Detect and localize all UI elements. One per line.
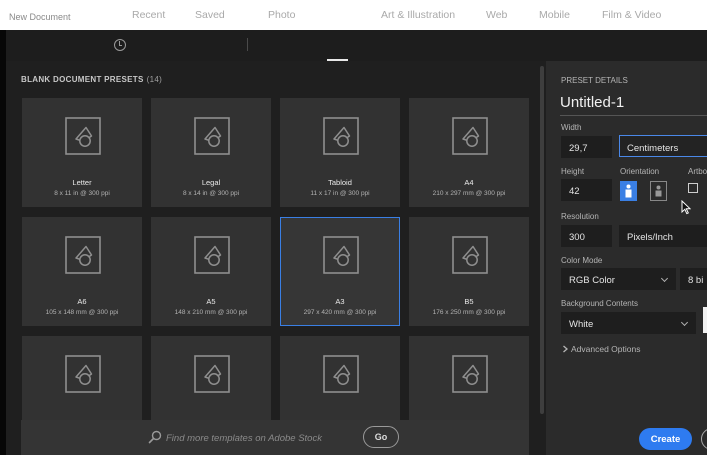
resolution-unit-value: Pixels/Inch xyxy=(627,232,673,243)
preset-card-name: A5 xyxy=(206,297,216,306)
tab-saved[interactable]: Saved xyxy=(195,9,225,21)
color-mode-label: Color Mode xyxy=(561,256,603,265)
orientation-label: Orientation xyxy=(620,167,660,176)
resolution-label: Resolution xyxy=(561,212,599,221)
preset-card-dims: 11 x 17 in @ 300 ppi xyxy=(310,190,370,197)
chevron-down-icon xyxy=(660,274,669,283)
window-edge-right xyxy=(703,307,707,333)
preset-card[interactable]: Legal 8 x 14 in @ 300 ppi xyxy=(151,98,271,207)
landscape-orientation-button[interactable] xyxy=(650,181,667,201)
width-unit-value: Centimeters xyxy=(627,143,679,154)
clock-icon xyxy=(114,39,126,51)
preset-name-input[interactable]: Untitled-1 xyxy=(560,94,624,111)
document-icon xyxy=(65,236,101,274)
preset-card-name: Letter xyxy=(72,178,92,187)
presets-panel: BLANK DOCUMENT PRESETS (14) Letter 8 x 11 … xyxy=(6,61,540,455)
chevron-down-icon xyxy=(680,318,689,327)
create-button[interactable]: Create xyxy=(639,428,692,450)
width-unit-select[interactable]: Centimeters xyxy=(619,135,707,157)
advanced-options-label: Advanced Options xyxy=(571,344,641,354)
go-button[interactable]: Go xyxy=(363,426,399,448)
artboards-label: Artbo xyxy=(688,167,707,176)
document-icon xyxy=(194,117,230,155)
background-contents-value: White xyxy=(569,319,594,330)
bit-depth-value: 8 bi xyxy=(688,275,704,286)
preset-card[interactable]: A4 210 x 297 mm @ 300 ppi xyxy=(409,98,529,207)
preset-card-name: A6 xyxy=(77,297,87,306)
presets-count: (14) xyxy=(146,75,163,84)
document-icon xyxy=(65,355,101,393)
tab-print[interactable]: Print xyxy=(327,9,351,21)
preset-card-dims: 148 x 210 mm @ 300 ppi xyxy=(174,309,248,316)
preset-details-panel: PRESET DETAILS Untitled-1 Width 29,7 Cen… xyxy=(546,61,707,455)
preset-card[interactable]: B5 176 x 250 mm @ 300 ppi xyxy=(409,217,529,326)
resolution-input[interactable]: 300 xyxy=(561,225,612,247)
preset-card-dims: 105 x 148 mm @ 300 ppi xyxy=(45,309,119,316)
scrollbar-thumb[interactable] xyxy=(540,66,544,414)
document-icon xyxy=(323,117,359,155)
document-icon xyxy=(194,355,230,393)
tab-art-illustration[interactable]: Art & Illustration xyxy=(381,9,455,21)
close-button[interactable] xyxy=(701,428,707,450)
stock-search-input[interactable]: Find more templates on Adobe Stock xyxy=(166,433,322,444)
tab-mobile[interactable]: Mobile xyxy=(539,9,570,21)
document-icon xyxy=(323,236,359,274)
width-input[interactable]: 29,7 xyxy=(561,136,612,158)
preset-card-dims: 8 x 11 in @ 300 ppi xyxy=(54,190,110,197)
document-icon xyxy=(452,236,488,274)
document-icon xyxy=(65,117,101,155)
preset-card-dims: 176 x 250 mm @ 300 ppi xyxy=(432,309,506,316)
preset-card-name: Tabloid xyxy=(328,178,352,187)
background-contents-select[interactable]: White xyxy=(561,312,696,334)
portrait-icon xyxy=(625,184,632,198)
document-icon xyxy=(194,236,230,274)
category-tabs xyxy=(6,30,707,61)
preset-card[interactable]: A3 297 x 420 mm @ 300 ppi xyxy=(280,217,400,326)
tab-film-video[interactable]: Film & Video xyxy=(602,9,661,21)
advanced-options-toggle[interactable]: Advanced Options xyxy=(562,344,640,354)
bit-depth-select[interactable]: 8 bi xyxy=(680,268,707,290)
landscape-icon xyxy=(655,185,662,197)
search-icon xyxy=(148,430,162,444)
artboards-checkbox[interactable] xyxy=(688,183,698,193)
document-icon xyxy=(452,355,488,393)
color-mode-value: RGB Color xyxy=(569,275,615,286)
preset-card-name: B5 xyxy=(464,297,474,306)
preset-details-heading: PRESET DETAILS xyxy=(561,76,628,85)
portrait-orientation-button[interactable] xyxy=(620,181,637,201)
preset-name-underline xyxy=(560,115,707,116)
preset-card-name: A4 xyxy=(464,178,474,187)
window-title: New Document xyxy=(0,0,707,30)
preset-card[interactable]: A5 148 x 210 mm @ 300 ppi xyxy=(151,217,271,326)
tab-photo[interactable]: Photo xyxy=(268,9,295,21)
height-input[interactable]: 42 xyxy=(561,179,612,201)
background-contents-label: Background Contents xyxy=(561,299,638,308)
preset-card[interactable]: Letter 8 x 11 in @ 300 ppi xyxy=(22,98,142,207)
tab-recent[interactable]: Recent xyxy=(132,9,165,21)
preset-card[interactable]: A6 105 x 148 mm @ 300 ppi xyxy=(22,217,142,326)
preset-card-dims: 210 x 297 mm @ 300 ppi xyxy=(432,190,506,197)
preset-card-name: Legal xyxy=(201,178,221,187)
preset-card-dims: 8 x 14 in @ 300 ppi xyxy=(182,190,240,197)
presets-heading: BLANK DOCUMENT PRESETS (14) xyxy=(21,75,163,84)
document-icon xyxy=(323,355,359,393)
chevron-right-icon xyxy=(563,345,568,353)
width-label: Width xyxy=(561,123,582,132)
height-label: Height xyxy=(561,167,585,176)
resolution-unit-select[interactable]: Pixels/Inch xyxy=(619,225,707,247)
mouse-cursor-icon xyxy=(681,200,691,215)
document-icon xyxy=(452,117,488,155)
stock-search-bar: Find more templates on Adobe Stock Go xyxy=(21,420,529,455)
color-mode-select[interactable]: RGB Color xyxy=(561,268,676,290)
preset-card[interactable]: Tabloid 11 x 17 in @ 300 ppi xyxy=(280,98,400,207)
preset-card-name: A3 xyxy=(335,297,345,306)
preset-card-dims: 297 x 420 mm @ 300 ppi xyxy=(303,309,377,316)
tab-web[interactable]: Web xyxy=(486,9,507,21)
tab-divider xyxy=(247,38,248,51)
